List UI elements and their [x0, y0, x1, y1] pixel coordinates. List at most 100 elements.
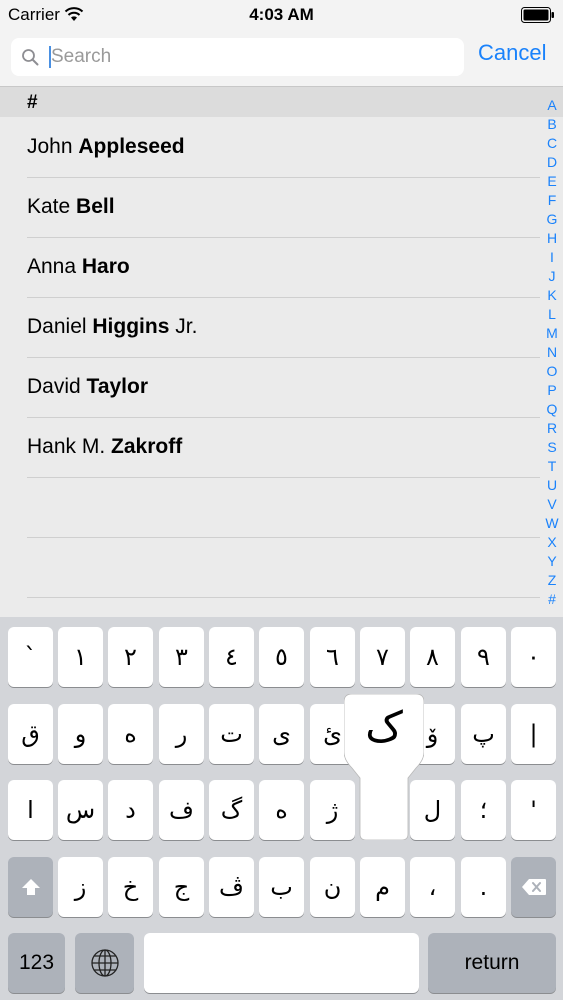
backspace-icon	[521, 879, 546, 895]
contact-row[interactable]: Hank M. Zakroff	[0, 418, 540, 478]
shift-icon	[21, 879, 40, 895]
index-letter[interactable]: B	[541, 115, 563, 134]
keyboard: ` ١ ٢ ٣ ٤ ٥ ٦ ٧ ٨ ٩ ٠ ق و ه ر ت ی ئ ۆ پ | ا س د ف گ ه ژ ل ؛ ' ز خ ج ڤ ب ن م ،.…	[0, 617, 563, 1000]
index-letter[interactable]: A	[541, 96, 563, 115]
key[interactable]: ت	[209, 704, 254, 764]
key[interactable]: ه	[108, 704, 153, 764]
contact-first-name: Kate	[27, 195, 71, 218]
return-key[interactable]: return	[428, 933, 556, 993]
index-letter[interactable]: X	[541, 533, 563, 552]
index-letter[interactable]: J	[541, 267, 563, 286]
index-letter[interactable]: O	[541, 362, 563, 381]
key[interactable]: ٦	[310, 627, 355, 687]
contact-first-name: Hank M.	[27, 435, 106, 458]
section-header-label: #	[27, 92, 38, 113]
index-letter[interactable]: V	[541, 495, 563, 514]
key[interactable]: پ	[461, 704, 506, 764]
contact-row[interactable]: Kate Bell	[0, 178, 540, 238]
key[interactable]: ٤	[209, 627, 254, 687]
key[interactable]: خ	[108, 857, 153, 917]
index-letter[interactable]: N	[541, 343, 563, 362]
key[interactable]: ٥	[259, 627, 304, 687]
status-bar: Carrier 4:03 AM	[0, 0, 563, 30]
key[interactable]: '	[511, 780, 556, 840]
key[interactable]: ١	[58, 627, 103, 687]
index-letter[interactable]: W	[541, 514, 563, 533]
contact-row[interactable]: John Appleseed	[0, 118, 540, 178]
globe-key[interactable]	[75, 933, 134, 993]
key[interactable]: ،	[410, 857, 455, 917]
key[interactable]: ه	[259, 780, 304, 840]
key[interactable]: ج	[159, 857, 204, 917]
key[interactable]: ٨	[410, 627, 455, 687]
key[interactable]: ب	[259, 857, 304, 917]
index-letter[interactable]: #	[541, 590, 563, 609]
index-letter[interactable]: F	[541, 191, 563, 210]
key[interactable]: ٠	[511, 627, 556, 687]
key[interactable]: ز	[58, 857, 103, 917]
index-letter[interactable]: D	[541, 153, 563, 172]
index-letter[interactable]: E	[541, 172, 563, 191]
key[interactable]: ق	[8, 704, 53, 764]
search-bar: Cancel	[0, 30, 563, 87]
key[interactable]: .	[461, 857, 506, 917]
index-letter[interactable]: L	[541, 305, 563, 324]
key-popup-char: ک	[365, 702, 403, 751]
index-letter[interactable]: I	[541, 248, 563, 267]
key[interactable]: ا	[8, 780, 53, 840]
contact-row[interactable]: Anna Haro	[0, 238, 540, 298]
contact-name: Anna Haro	[27, 255, 130, 279]
index-letter[interactable]: G	[541, 210, 563, 229]
index-letter[interactable]: U	[541, 476, 563, 495]
contact-last-name: Higgins	[92, 315, 170, 338]
index-letter[interactable]: P	[541, 381, 563, 400]
key[interactable]: `	[8, 627, 53, 687]
key-popup: ک	[344, 694, 424, 840]
key[interactable]: ٩	[461, 627, 506, 687]
section-index[interactable]: A B C D E F G H I J K L M N O P Q R S T U V W X Y Z #	[541, 96, 563, 616]
contact-first-name: Anna	[27, 255, 77, 278]
key[interactable]: ی	[259, 704, 304, 764]
section-header: #	[0, 87, 563, 117]
contact-last-name: Appleseed	[78, 135, 185, 158]
key[interactable]: س	[58, 780, 103, 840]
key[interactable]: ؛	[461, 780, 506, 840]
index-letter[interactable]: Y	[541, 552, 563, 571]
index-letter[interactable]: Q	[541, 400, 563, 419]
key[interactable]: م	[360, 857, 405, 917]
shift-key[interactable]	[8, 857, 53, 917]
key[interactable]: |	[511, 704, 556, 764]
contact-name: David Taylor	[27, 375, 148, 399]
key[interactable]: ڤ	[209, 857, 254, 917]
space-key[interactable]	[144, 933, 419, 993]
search-field[interactable]	[11, 38, 464, 76]
index-letter[interactable]: T	[541, 457, 563, 476]
index-letter[interactable]: M	[541, 324, 563, 343]
contact-first-name: David	[27, 375, 81, 398]
index-letter[interactable]: K	[541, 286, 563, 305]
key[interactable]: ٣	[159, 627, 204, 687]
numbers-key[interactable]: 123	[8, 933, 65, 993]
index-letter[interactable]: S	[541, 438, 563, 457]
contact-suffix: Jr.	[175, 315, 198, 338]
row-divider	[27, 597, 540, 598]
index-letter[interactable]: C	[541, 134, 563, 153]
contact-row[interactable]: Daniel Higgins Jr.	[0, 298, 540, 358]
key[interactable]: ٢	[108, 627, 153, 687]
cancel-button[interactable]: Cancel	[478, 40, 546, 66]
index-letter[interactable]: H	[541, 229, 563, 248]
key[interactable]: د	[108, 780, 153, 840]
key[interactable]: ف	[159, 780, 204, 840]
contact-row[interactable]: David Taylor	[0, 358, 540, 418]
key[interactable]: ٧	[360, 627, 405, 687]
delete-key[interactable]	[511, 857, 556, 917]
index-letter[interactable]: Z	[541, 571, 563, 590]
index-letter[interactable]: R	[541, 419, 563, 438]
key[interactable]: و	[58, 704, 103, 764]
key[interactable]: ن	[310, 857, 355, 917]
contact-last-name: Zakroff	[111, 435, 183, 458]
contact-last-name: Taylor	[86, 375, 149, 398]
key[interactable]: گ	[209, 780, 254, 840]
search-input[interactable]	[51, 42, 451, 72]
key[interactable]: ر	[159, 704, 204, 764]
